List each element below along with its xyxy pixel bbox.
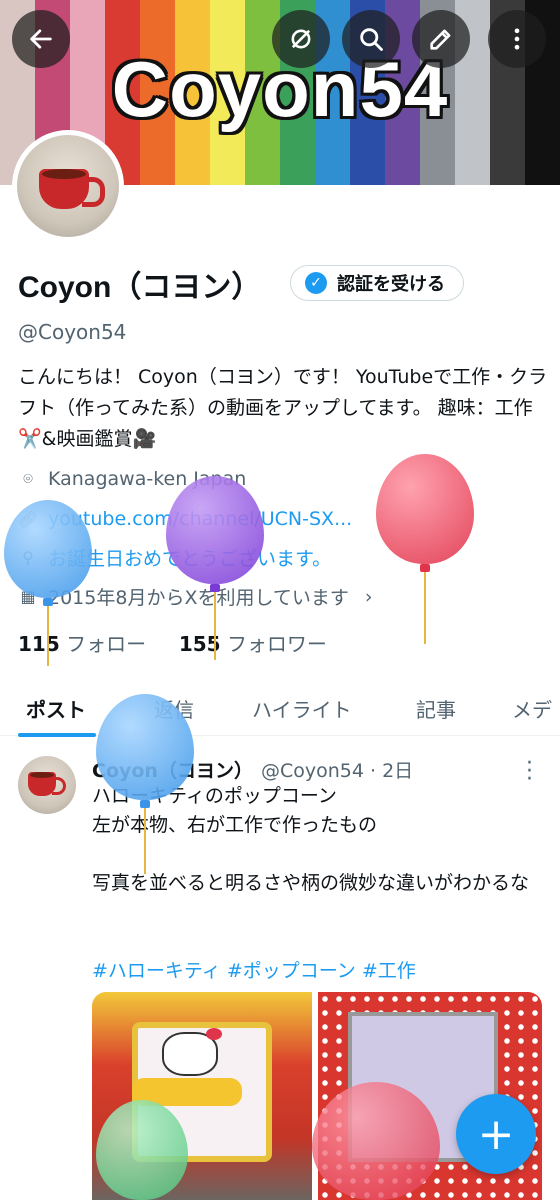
follow-stats: 115 フォロー 155 フォロワー	[18, 628, 327, 657]
post-text: ハローキティのポップコーン 左が本物、右が工作で作ったもの 写真を並べると明るさ…	[92, 782, 542, 898]
profile-tabs: ポスト 返信 ハイライト 記事 メデ	[0, 680, 560, 736]
vertical-dots-icon	[514, 28, 520, 50]
post-more-icon[interactable]: · · ·	[526, 753, 533, 791]
tab-posts[interactable]: ポスト	[26, 694, 86, 723]
more-options-button[interactable]	[488, 10, 546, 68]
plus-icon: +	[477, 1108, 515, 1160]
cup-image	[39, 169, 105, 209]
following-count: 115	[18, 632, 60, 656]
back-button[interactable]	[12, 10, 70, 68]
tab-articles[interactable]: 記事	[416, 694, 456, 723]
profile-avatar[interactable]	[12, 130, 124, 242]
verify-label: 認証を受ける	[337, 274, 445, 295]
location-pin-icon: ⌾	[23, 469, 33, 488]
chevron-right-icon: ›	[364, 585, 373, 608]
joined-text: 2015年8月からXを利用しています	[48, 587, 349, 609]
display-name: Coyon（コヨン）	[18, 271, 262, 304]
hello-kitty-figure	[162, 1028, 222, 1076]
bio-text: こんにちは！ Coyon（コヨン）です！ YouTubeで工作・クラフト（作って…	[18, 366, 548, 450]
search-button[interactable]	[342, 10, 400, 68]
post-meta: @Coyon54 · 2日	[260, 760, 414, 782]
grok-button[interactable]	[272, 10, 330, 68]
following-label: フォロー	[66, 632, 147, 656]
post-line	[92, 840, 542, 869]
slashed-circle-icon	[291, 29, 311, 49]
get-verified-button[interactable]: ✓ 認証を受ける	[290, 265, 464, 301]
arrow-left-icon	[30, 29, 52, 49]
edit-button[interactable]	[412, 10, 470, 68]
post-line: 左が本物、右が工作で作ったもの	[92, 814, 378, 836]
verified-badge-icon: ✓	[305, 272, 327, 294]
following-link[interactable]: 115 フォロー	[18, 632, 146, 656]
pencil-icon	[430, 29, 451, 50]
tab-highlights[interactable]: ハイライト	[252, 694, 352, 723]
followers-label: フォロワー	[226, 632, 327, 656]
post-avatar[interactable]	[18, 756, 76, 814]
user-handle: @Coyon54	[18, 320, 127, 344]
followers-link[interactable]: 155 フォロワー	[179, 632, 327, 656]
search-icon	[360, 28, 383, 51]
post-hashtags[interactable]: #ハローキティ #ポップコーン #工作	[92, 956, 416, 983]
compose-fab[interactable]: +	[456, 1094, 536, 1174]
active-tab-indicator	[18, 733, 96, 737]
post-line: 写真を並べると明るさや柄の微妙な違いがわかるな	[92, 872, 530, 894]
tab-media[interactable]: メデ	[512, 694, 552, 723]
